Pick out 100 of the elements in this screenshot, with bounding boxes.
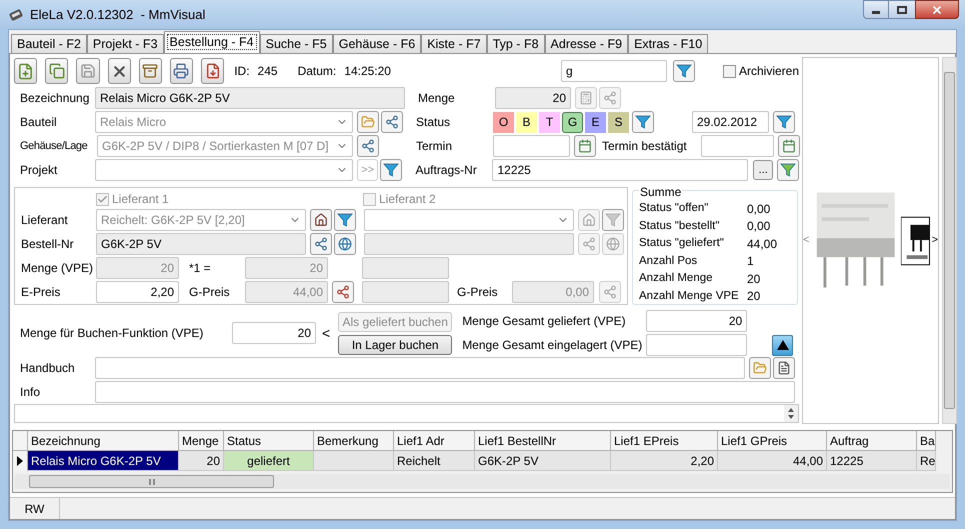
date-field[interactable]: [493, 135, 570, 157]
booking-button[interactable]: In Lager buchen: [338, 334, 452, 354]
next-image-button[interactable]: >: [932, 232, 938, 249]
order-no-field[interactable]: [364, 233, 574, 255]
status-chip[interactable]: S: [608, 112, 629, 132]
quantity-field[interactable]: 20: [495, 87, 571, 109]
browse-button[interactable]: ...: [753, 160, 773, 180]
column-header[interactable]: Status: [224, 431, 314, 451]
date-field[interactable]: [701, 135, 774, 157]
unit-price-field[interactable]: [362, 281, 449, 303]
close-icon: [931, 4, 943, 16]
checkbox[interactable]: [722, 64, 736, 78]
share-button[interactable]: [381, 111, 403, 133]
house-button[interactable]: [310, 209, 332, 231]
column-header[interactable]: Lief1 EPreis: [611, 431, 718, 451]
maximize-button[interactable]: [889, 0, 915, 19]
calendar-button[interactable]: [574, 135, 596, 157]
archive-button[interactable]: [138, 58, 162, 84]
table-cell: Reichelt: [394, 451, 475, 471]
spin-control[interactable]: [784, 405, 798, 422]
table-cell: Re: [917, 451, 936, 471]
column-header[interactable]: Lief1 GPreis: [718, 431, 827, 451]
order-no-field[interactable]: G6K-2P 5V: [96, 233, 306, 255]
filter-button[interactable]: [334, 209, 356, 231]
tab[interactable]: Bestellung - F4: [164, 31, 260, 53]
checkbox-label: Lieferant 2: [379, 191, 436, 208]
close-button[interactable]: [915, 0, 959, 19]
quantity-field[interactable]: [362, 257, 449, 279]
status-chip[interactable]: B: [516, 112, 537, 132]
column-header[interactable]: Lief1 Adr: [394, 431, 475, 451]
delete-button[interactable]: [108, 58, 131, 84]
tab[interactable]: Projekt - F3: [86, 34, 164, 53]
print-button[interactable]: [170, 58, 194, 84]
filter-button[interactable]: [602, 209, 624, 231]
column-header[interactable]: Menge: [179, 431, 224, 451]
notes-field[interactable]: [14, 404, 799, 423]
up-arrow-button[interactable]: [772, 334, 794, 356]
status-chip[interactable]: G: [562, 112, 583, 132]
previous-image-button[interactable]: <: [803, 232, 812, 249]
share-icon: [385, 115, 399, 129]
share-button[interactable]: [578, 233, 600, 255]
summary-label: Anzahl Menge VPE: [639, 288, 740, 304]
filter-button[interactable]: [773, 111, 795, 133]
search-field[interactable]: g: [560, 60, 667, 82]
checkbox[interactable]: [96, 192, 109, 206]
status-chip[interactable]: E: [585, 112, 606, 132]
export-button[interactable]: [201, 58, 224, 84]
column-header[interactable]: Lief1 BestellNr: [475, 431, 611, 451]
save-button[interactable]: [76, 58, 100, 84]
column-header[interactable]: Bemerkung: [314, 431, 394, 451]
horizontal-scrollbar[interactable]: [15, 474, 950, 489]
delivered-field[interactable]: 20: [646, 310, 748, 332]
tab[interactable]: Suche - F5: [260, 34, 333, 53]
new-document-button[interactable]: [14, 58, 38, 84]
summary-label: Status "geliefert": [639, 236, 725, 252]
summary-label: Anzahl Pos: [639, 254, 698, 269]
minimize-button[interactable]: [863, 0, 889, 19]
open-folder-button[interactable]: [357, 111, 379, 133]
quantity-field[interactable]: 20: [232, 322, 316, 344]
status-chip[interactable]: T: [539, 112, 560, 132]
window-title: EleLa V2.0.12302 - MmVisual: [30, 6, 206, 24]
transfer-button[interactable]: [599, 281, 621, 303]
filter-button[interactable]: [380, 159, 402, 181]
tab[interactable]: Extras - F10: [628, 34, 708, 53]
share-button[interactable]: [357, 135, 379, 157]
row-indicator[interactable]: [13, 451, 28, 471]
checkbox[interactable]: [363, 192, 376, 206]
globe-button[interactable]: [602, 233, 624, 255]
column-header[interactable]: Auftrag: [827, 431, 917, 451]
tab[interactable]: Typ - F8: [486, 34, 545, 53]
name-field[interactable]: Relais Micro G6K-2P 5V: [95, 87, 405, 109]
globe-button[interactable]: [334, 233, 356, 255]
filter-button[interactable]: [632, 111, 654, 133]
order-number-field[interactable]: 12225: [492, 159, 748, 181]
document-button[interactable]: [773, 357, 795, 379]
column-header[interactable]: Ba: [917, 431, 936, 451]
copy-button[interactable]: [45, 58, 68, 84]
scrollbar[interactable]: [942, 57, 957, 424]
filter-button[interactable]: [672, 60, 695, 82]
tab[interactable]: Bauteil - F2: [11, 34, 87, 53]
column-header[interactable]: Bezeichnung: [28, 431, 179, 451]
up-arrow-icon: [776, 340, 789, 350]
share-button[interactable]: [310, 233, 332, 255]
calendar-button[interactable]: [778, 135, 800, 157]
summary-value: 20: [747, 270, 760, 288]
unit-price-field[interactable]: 2,20: [96, 281, 179, 303]
calculator-button[interactable]: [575, 87, 597, 109]
info-field[interactable]: [95, 381, 795, 403]
filter-button[interactable]: [777, 159, 799, 181]
stored-field[interactable]: [646, 334, 748, 356]
field-label: Bauteil: [20, 114, 58, 131]
date-field[interactable]: 29.02.2012: [692, 111, 769, 133]
transfer-button[interactable]: [332, 281, 354, 303]
status-chip[interactable]: O: [493, 112, 514, 132]
tab[interactable]: Gehäuse - F6: [332, 34, 422, 53]
tab[interactable]: Adresse - F9: [544, 34, 628, 53]
field-label: Menge für Buchen-Funktion (VPE): [20, 325, 204, 342]
share-button[interactable]: [599, 87, 621, 109]
manual-field[interactable]: [95, 357, 745, 379]
tab[interactable]: Kiste - F7: [421, 34, 487, 53]
